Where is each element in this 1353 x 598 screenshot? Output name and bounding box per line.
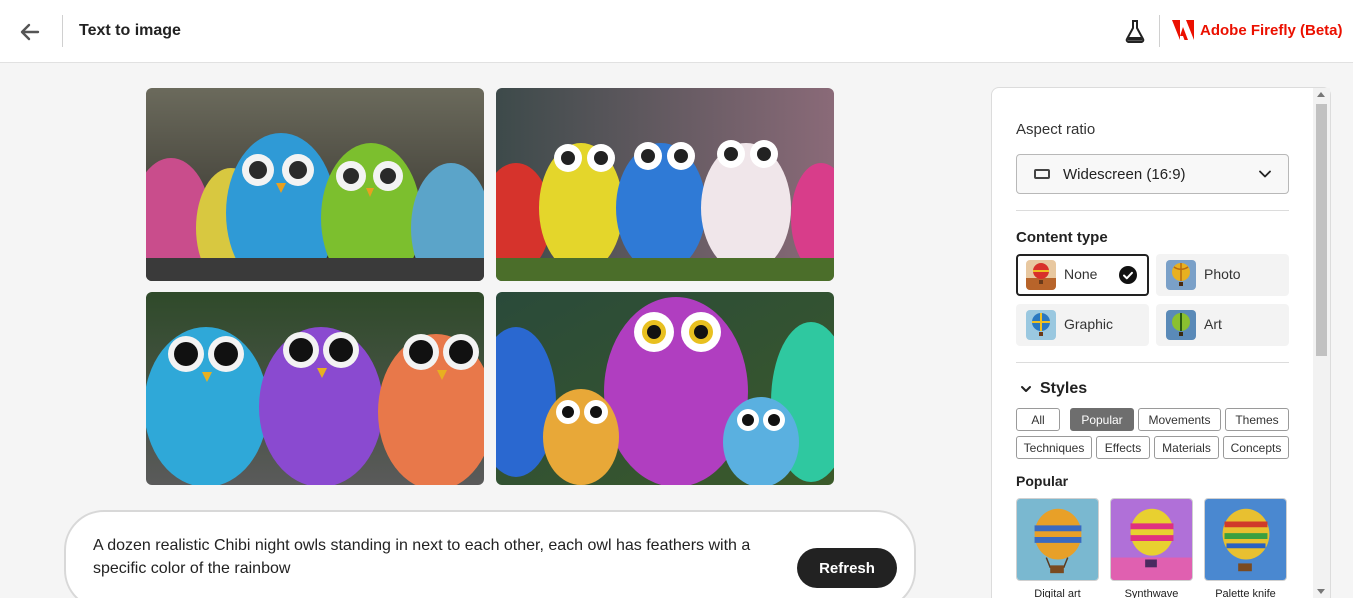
scroll-up-icon[interactable] [1317,92,1325,97]
content-type-photo-label: Photo [1204,266,1241,282]
header-divider [62,15,63,47]
content-type-none[interactable]: None [1016,254,1149,296]
chip-materials[interactable]: Materials [1154,436,1219,459]
chevron-down-icon [1021,386,1031,392]
checkmark-icon [1119,266,1137,284]
popular-section-label: Popular [1016,473,1069,489]
balloon-thumb-none [1026,260,1056,290]
aspect-ratio-value: Widescreen (16:9) [1063,166,1186,183]
styles-toggle[interactable]: Styles [1020,380,1087,398]
balloon-thumb-art [1166,310,1196,340]
flask-icon [1125,20,1145,43]
prompt-input[interactable]: A dozen realistic Chibi night owls stand… [93,534,783,580]
aspect-ratio-select[interactable]: Widescreen (16:9) [1016,154,1289,194]
chip-all[interactable]: All [1016,408,1060,431]
settings-panel: Aspect ratio Widescreen (16:9) Content t… [991,87,1331,598]
balloon-thumb-photo [1166,260,1196,290]
prompt-bar: A dozen realistic Chibi night owls stand… [64,510,916,598]
chip-themes[interactable]: Themes [1225,408,1289,431]
style-card-palette-knife[interactable] [1204,498,1287,581]
content-type-photo[interactable]: Photo [1156,254,1289,296]
content-type-label: Content type [1016,229,1108,246]
brand[interactable]: Adobe Firefly (Beta) [1172,20,1343,40]
panel-scrollbar[interactable] [1313,88,1330,598]
page-title: Text to image [79,22,181,39]
style-card-palette-knife-label: Palette knife [1215,588,1276,598]
back-button[interactable] [18,20,42,44]
divider [1016,362,1289,363]
widescreen-icon [1034,169,1050,179]
brand-name: Adobe Firefly (Beta) [1200,21,1343,39]
scroll-down-icon[interactable] [1317,589,1325,594]
style-card-digital-art[interactable] [1016,498,1099,581]
owl-image-1[interactable] [146,88,484,281]
owl-image-2[interactable] [496,88,834,281]
chip-movements[interactable]: Movements [1138,408,1221,431]
style-card-synthwave-label: Synthwave [1124,588,1179,598]
balloon-thumb-graphic [1026,310,1056,340]
divider [1016,210,1289,211]
scroll-thumb[interactable] [1316,104,1327,356]
chevron-down-icon [1259,170,1271,178]
owl-image-4[interactable] [496,292,834,485]
owl-image-3[interactable] [146,292,484,485]
style-card-synthwave[interactable] [1110,498,1193,581]
content-type-none-label: None [1064,266,1098,282]
style-card-digital-art-label: Digital art [1034,588,1081,598]
chip-concepts[interactable]: Concepts [1223,436,1289,459]
chip-popular[interactable]: Popular [1070,408,1134,431]
adobe-logo-icon [1172,20,1194,40]
content-type-graphic-label: Graphic [1064,316,1114,332]
content-type-art[interactable]: Art [1156,304,1289,346]
content-type-art-label: Art [1204,316,1222,332]
top-bar: Text to image Adobe Firefly (Beta) [0,0,1353,63]
arrow-left-icon [20,23,40,41]
aspect-ratio-label: Aspect ratio [1016,121,1096,138]
chip-effects[interactable]: Effects [1096,436,1150,459]
refresh-button[interactable]: Refresh [797,548,897,588]
header-divider-right [1159,15,1160,47]
styles-label: Styles [1040,380,1088,397]
labs-button[interactable] [1124,19,1146,43]
chip-techniques[interactable]: Techniques [1016,436,1092,459]
content-type-graphic[interactable]: Graphic [1016,304,1149,346]
